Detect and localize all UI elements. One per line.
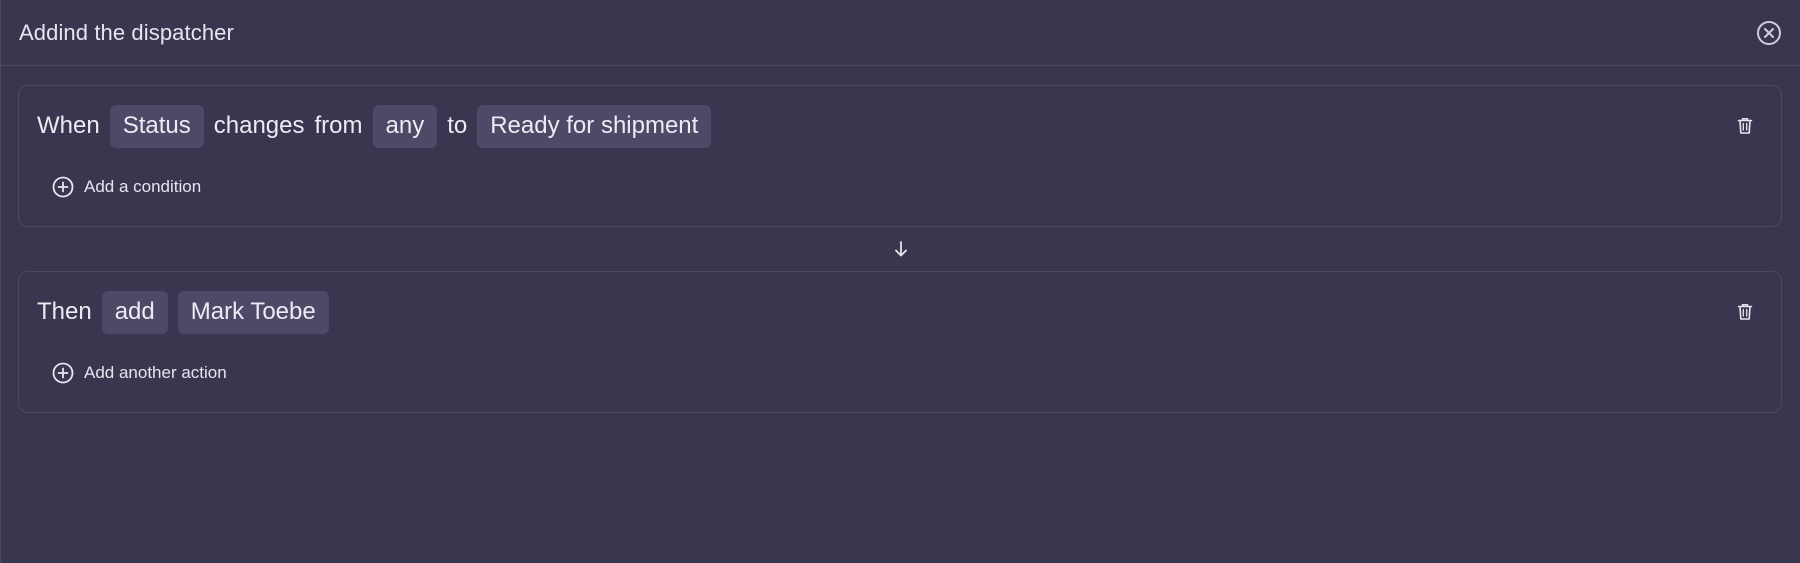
arrow-down-icon xyxy=(895,241,907,257)
delete-trigger-button[interactable] xyxy=(1735,116,1755,136)
trash-icon xyxy=(1737,304,1753,320)
from-word: from xyxy=(314,112,363,139)
action-type-chip[interactable]: add xyxy=(101,290,168,334)
flow-arrow xyxy=(891,239,911,259)
action-card: Then add Mark Toebe Add another action xyxy=(18,271,1782,413)
action-rule-row: Then add Mark Toebe xyxy=(37,290,329,334)
field-chip[interactable]: Status xyxy=(109,104,204,148)
from-value-chip[interactable]: any xyxy=(372,104,438,148)
close-button[interactable] xyxy=(1755,19,1783,47)
plus-circle-icon xyxy=(52,176,74,198)
add-action-button[interactable]: Add another action xyxy=(52,362,227,384)
to-value-chip[interactable]: Ready for shipment xyxy=(477,104,712,148)
changes-word: changes xyxy=(213,112,305,139)
delete-action-button[interactable] xyxy=(1735,302,1755,322)
add-action-label: Add another action xyxy=(84,363,227,382)
add-condition-button[interactable]: Add a condition xyxy=(52,176,201,198)
panel-header: Addind the dispatcher xyxy=(1,0,1800,66)
trigger-rule-row: When Status changes from any to Ready fo… xyxy=(37,104,712,148)
panel-title: Addind the dispatcher xyxy=(19,19,234,45)
then-label: Then xyxy=(37,298,92,325)
close-circle-icon xyxy=(1757,20,1781,45)
trash-icon xyxy=(1737,118,1753,134)
plus-circle-icon xyxy=(52,362,74,384)
dispatcher-panel: Addind the dispatcher When Status change… xyxy=(0,0,1800,563)
action-target-chip[interactable]: Mark Toebe xyxy=(177,290,329,334)
trigger-card: When Status changes from any to Ready fo… xyxy=(18,85,1782,227)
when-label: When xyxy=(37,112,100,139)
to-word: to xyxy=(447,112,468,139)
add-condition-label: Add a condition xyxy=(84,177,202,196)
